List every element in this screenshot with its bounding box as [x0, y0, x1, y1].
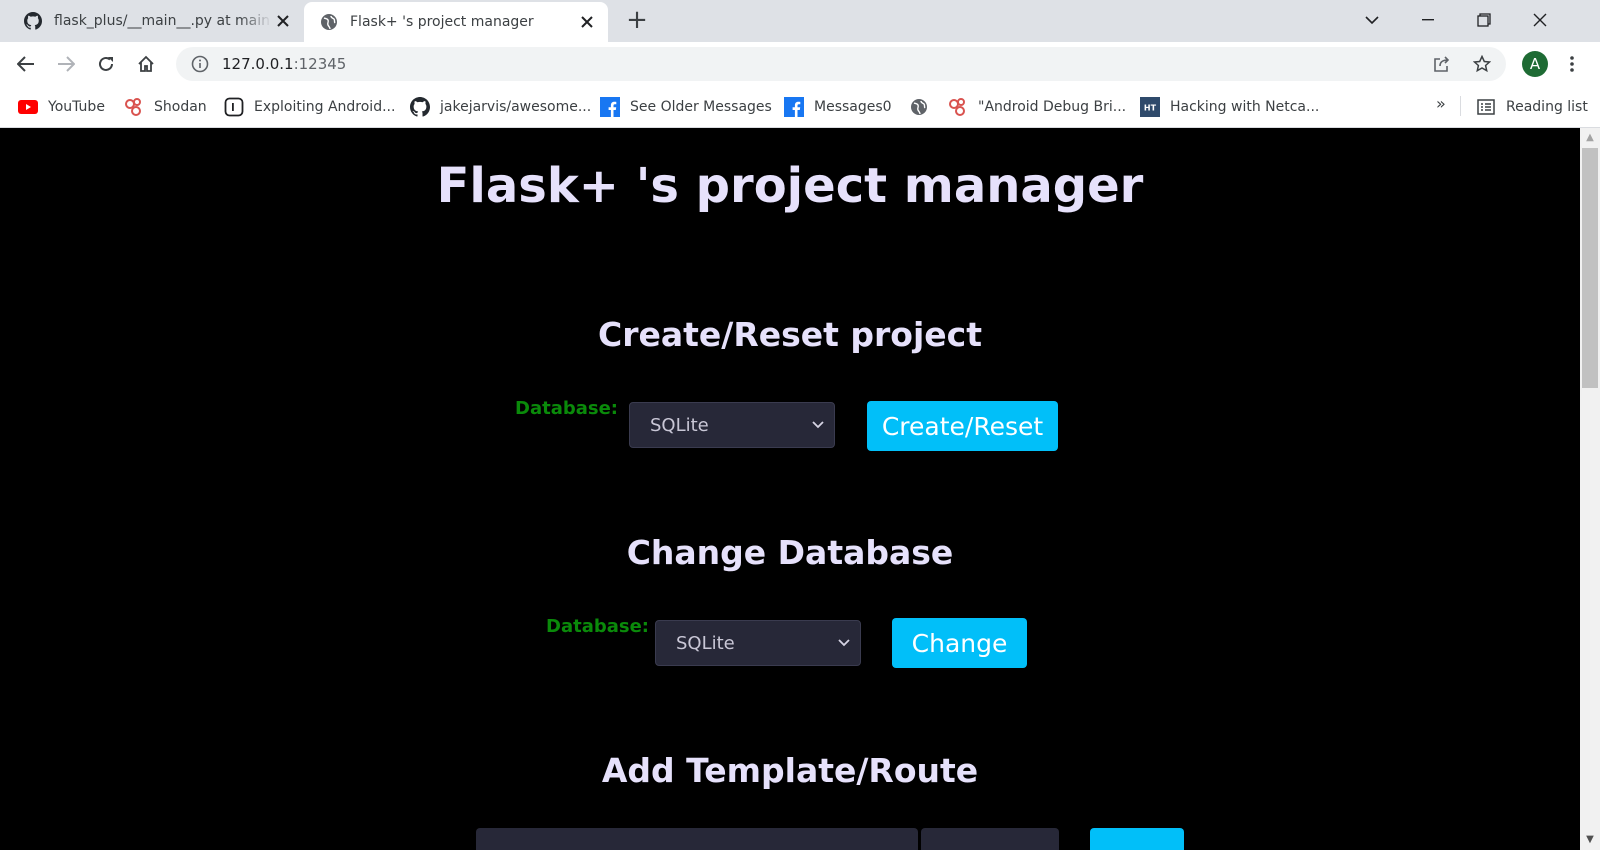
bookmark-label: Messages0	[814, 99, 892, 115]
change-database-select[interactable]: SQLite	[655, 620, 861, 666]
template-name-input[interactable]	[476, 828, 918, 850]
bookmark-android-debug-bridge[interactable]: "Android Debug Bri...	[948, 95, 1126, 119]
select-value: SQLite	[676, 632, 735, 654]
forward-arrow-icon[interactable]	[52, 50, 80, 78]
facebook-icon	[600, 97, 620, 117]
home-icon[interactable]	[132, 50, 160, 78]
browser-toolbar: 127.0.0.1:12345 A	[0, 42, 1600, 86]
select-value: SQLite	[650, 414, 709, 436]
svg-text:HT: HT	[1144, 104, 1157, 113]
github-icon	[24, 12, 42, 30]
bookmarks-bar: YouTube Shodan Exploiting Android... jak…	[0, 86, 1600, 128]
shodan-icon	[124, 97, 144, 117]
tab-search-icon[interactable]	[1344, 0, 1400, 40]
minimize-button[interactable]	[1400, 0, 1456, 40]
tab-title: Flask+ 's project manager	[350, 14, 534, 30]
url-text: 127.0.0.1:12345	[222, 55, 346, 73]
reading-list-label: Reading list	[1506, 99, 1588, 115]
create-reset-heading: Create/Reset project	[597, 315, 983, 354]
route-type-select[interactable]	[921, 828, 1059, 850]
globe-icon	[909, 97, 929, 117]
browser-menu-icon[interactable]	[1560, 50, 1584, 78]
bookmark-see-older-messages[interactable]: See Older Messages	[600, 95, 772, 119]
chevron-down-icon	[810, 415, 826, 435]
github-icon	[410, 97, 430, 117]
bookmarks-overflow-button[interactable]: »	[1436, 94, 1446, 113]
chevron-down-icon	[836, 633, 852, 653]
bookmark-star-icon[interactable]	[1468, 50, 1496, 78]
scroll-down-arrow-icon[interactable]: ▼	[1580, 832, 1600, 850]
add-template-route-heading: Add Template/Route	[601, 751, 979, 790]
reload-icon[interactable]	[92, 50, 120, 78]
page-viewport: Flask+ 's project manager Create/Reset p…	[0, 128, 1580, 850]
bookmark-label: See Older Messages	[630, 99, 772, 115]
profile-avatar[interactable]: A	[1522, 51, 1548, 77]
page-scrollbar[interactable]: ▲ ▼	[1580, 128, 1600, 850]
bookmark-exploiting-android[interactable]: Exploiting Android...	[224, 95, 395, 119]
close-tab-icon[interactable]	[576, 11, 598, 33]
tab-github-file[interactable]: flask_plus/__main__.py at main · A	[8, 0, 304, 42]
tab-title: flask_plus/__main__.py at main · A	[54, 13, 272, 29]
change-database-heading: Change Database	[626, 533, 954, 572]
create-reset-button[interactable]: Create/Reset	[867, 401, 1058, 451]
bookmark-globe[interactable]	[909, 95, 939, 119]
close-window-button[interactable]	[1512, 0, 1568, 40]
bookmarks-divider	[1460, 96, 1461, 116]
database-label: Database:	[546, 616, 649, 637]
url-port: :12345	[293, 55, 347, 73]
share-icon[interactable]	[1428, 50, 1456, 78]
reading-list-icon	[1476, 97, 1496, 117]
tab-strip: flask_plus/__main__.py at main · A Flask…	[0, 0, 1600, 42]
page-title: Flask+ 's project manager	[436, 158, 1144, 214]
bookmark-messages0[interactable]: Messages0	[784, 95, 892, 119]
add-button[interactable]	[1090, 828, 1184, 850]
youtube-icon	[18, 97, 38, 117]
facebook-icon	[784, 97, 804, 117]
reading-list-button[interactable]: Reading list	[1476, 95, 1588, 119]
change-button[interactable]: Change	[892, 618, 1027, 668]
bookmark-hacking-with-netcat[interactable]: HT Hacking with Netca...	[1140, 95, 1319, 119]
create-database-select[interactable]: SQLite	[629, 402, 835, 448]
restore-button[interactable]	[1456, 0, 1512, 40]
bookmark-youtube[interactable]: YouTube	[18, 95, 105, 119]
new-tab-button[interactable]: +	[624, 7, 650, 34]
bookmark-label: Exploiting Android...	[254, 99, 396, 115]
bookmark-label: "Android Debug Bri...	[978, 99, 1127, 115]
scroll-thumb[interactable]	[1582, 148, 1598, 388]
bookmark-label: Hacking with Netca...	[1170, 99, 1320, 115]
bookmark-jakejarvis[interactable]: jakejarvis/awesome...	[410, 95, 591, 119]
tab-project-manager[interactable]: Flask+ 's project manager	[304, 2, 608, 42]
bookmark-label: jakejarvis/awesome...	[440, 99, 592, 115]
bookmark-shodan[interactable]: Shodan	[124, 95, 207, 119]
url-host: 127.0.0.1	[222, 55, 294, 73]
bookmark-label: YouTube	[48, 99, 105, 115]
bookmark-label: Shodan	[154, 99, 207, 115]
close-tab-icon[interactable]	[272, 10, 294, 32]
square-outline-icon	[224, 97, 244, 117]
shodan-icon	[948, 97, 968, 117]
address-bar[interactable]: 127.0.0.1:12345	[176, 47, 1506, 81]
globe-icon	[320, 13, 338, 31]
ht-icon: HT	[1140, 97, 1160, 117]
site-info-icon[interactable]	[190, 54, 210, 74]
scroll-up-arrow-icon[interactable]: ▲	[1580, 128, 1600, 146]
back-arrow-icon[interactable]	[12, 50, 40, 78]
database-label: Database:	[515, 398, 618, 419]
